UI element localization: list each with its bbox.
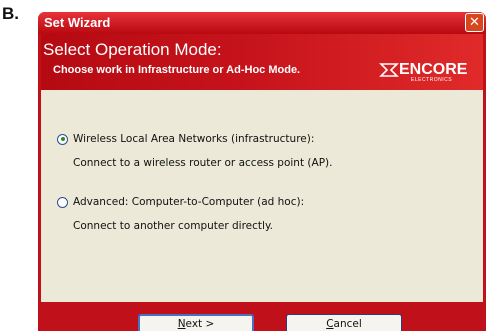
next-label: ext > (185, 318, 215, 330)
option-infrastructure[interactable]: Wireless Local Area Networks (infrastruc… (57, 133, 314, 145)
option-infrastructure-label: Wireless Local Area Networks (infrastruc… (73, 133, 315, 145)
option-adhoc-description: Connect to another computer directly. (73, 220, 273, 232)
page-title: Select Operation Mode: (43, 40, 222, 59)
next-mnemonic: N (177, 318, 186, 330)
window-title: Set Wizard (44, 15, 111, 30)
logo-mark-icon (379, 63, 399, 77)
button-bar: Next > Cancel (38, 302, 486, 331)
figure-label: B. (2, 4, 19, 23)
option-adhoc-label: Advanced: Computer-to-Computer (ad hoc): (73, 196, 305, 208)
cancel-mnemonic: C (326, 318, 334, 330)
wizard-content: Wireless Local Area Networks (infrastruc… (41, 90, 483, 302)
close-icon[interactable]: ✕ (465, 13, 484, 32)
option-infrastructure-description: Connect to a wireless router or access p… (73, 157, 333, 169)
option-adhoc[interactable]: Advanced: Computer-to-Computer (ad hoc): (57, 196, 304, 208)
cancel-button[interactable]: Cancel (286, 314, 402, 331)
title-bar[interactable]: Set Wizard ✕ (38, 12, 486, 34)
radio-checked-icon[interactable] (57, 133, 68, 145)
wizard-header: Select Operation Mode: Choose work in In… (41, 34, 483, 90)
encore-logo: ENCORE ELECTRONICS (379, 61, 469, 83)
radio-unchecked-icon[interactable] (57, 196, 68, 208)
cancel-label: ancel (333, 318, 362, 330)
next-button[interactable]: Next > (138, 314, 254, 331)
page-subtitle: Choose work in Infrastructure or Ad-Hoc … (53, 64, 301, 76)
wizard-window: Set Wizard ✕ Select Operation Mode: Choo… (38, 12, 486, 331)
logo-tagline: ELECTRONICS (411, 77, 453, 83)
